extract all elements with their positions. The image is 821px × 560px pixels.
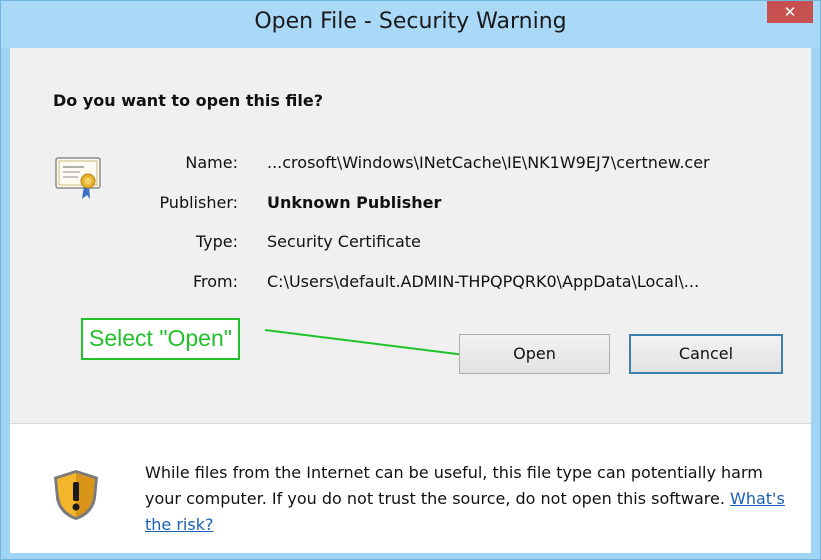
warning-panel: While files from the Internet can be use… [10,424,811,553]
name-label: Name: [185,153,238,172]
from-label: From: [192,272,238,291]
warning-text: While files from the Internet can be use… [145,463,763,508]
warning-message: While files from the Internet can be use… [145,460,795,538]
file-info-panel: Do you want to open this file? Name: ...… [10,48,811,423]
shield-warning-icon [54,470,98,520]
open-button[interactable]: Open [459,334,610,374]
certificate-icon [55,157,101,199]
dialog-body: Do you want to open this file? Name: ...… [10,48,811,553]
window-title: Open File - Security Warning [254,9,567,34]
from-value: C:\Users\default.ADMIN-THPQPQRK0\AppData… [267,272,700,291]
prompt-question: Do you want to open this file? [53,91,323,110]
cancel-button[interactable]: Cancel [629,334,783,374]
select-open-callout: Select "Open" [81,318,240,360]
title-bar[interactable]: Open File - Security Warning ✕ [1,1,820,48]
close-button[interactable]: ✕ [767,1,813,23]
type-label: Type: [195,232,238,251]
name-value: ...crosoft\Windows\INetCache\IE\NK1W9EJ7… [267,153,710,172]
publisher-value: Unknown Publisher [267,193,442,212]
security-warning-dialog: Open File - Security Warning ✕ Do you wa… [0,0,821,560]
publisher-label: Publisher: [159,193,238,212]
type-value: Security Certificate [267,232,421,251]
